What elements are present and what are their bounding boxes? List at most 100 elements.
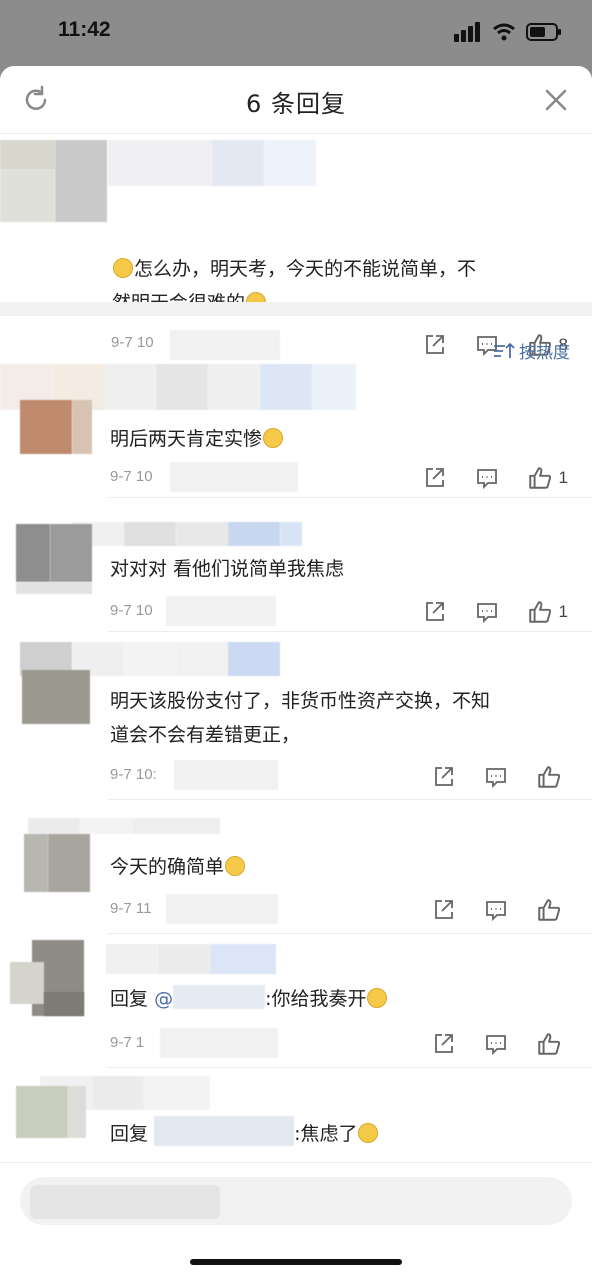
- like-button[interactable]: [536, 764, 568, 790]
- sort-icon: [494, 342, 515, 358]
- laugh-cry-emoji: [367, 988, 388, 1008]
- reply-item: 回复 @:你给我奏开 9-7 1: [0, 934, 592, 1068]
- thumbs-up-icon: [528, 601, 551, 623]
- avatar[interactable]: [16, 1086, 86, 1138]
- wifi-icon: [493, 23, 515, 41]
- reply-time: 9-7 10: [110, 602, 153, 619]
- comment-icon: [486, 901, 506, 922]
- location-blurred: [170, 330, 280, 360]
- share-button[interactable]: [432, 765, 456, 789]
- reply-button[interactable]: [475, 466, 499, 490]
- reply-text: 对对对 看他们说简单我焦虑: [110, 558, 345, 580]
- avatar[interactable]: [10, 940, 84, 1016]
- share-button[interactable]: [432, 898, 456, 922]
- reply-item: 明天该股份支付了，非货币性资产交换，不知 道会不会有差错更正， 9-7 10:: [0, 632, 592, 800]
- sort-label: 按热度: [519, 343, 570, 363]
- share-icon: [425, 602, 444, 621]
- close-icon[interactable]: [540, 84, 572, 116]
- avatar[interactable]: [0, 140, 108, 222]
- reply-time: 9-7 10:: [110, 766, 157, 783]
- reply-item: 回复 :焦虑了: [0, 1068, 592, 1164]
- laughing-emoji: [225, 856, 246, 876]
- comment-icon: [476, 603, 497, 624]
- reply-actions: 1: [423, 599, 568, 625]
- mention-link[interactable]: @: [154, 988, 173, 1010]
- share-icon: [435, 767, 453, 786]
- reply-time: 9-7 1: [110, 1034, 145, 1051]
- avatar[interactable]: [24, 834, 90, 892]
- thumbs-up-icon: [528, 467, 551, 489]
- battery-icon: [526, 23, 561, 41]
- laugh-cry-emoji: [113, 258, 133, 278]
- share-button[interactable]: [423, 466, 447, 490]
- share-button[interactable]: [423, 333, 447, 357]
- replies-sheet: 6 条回复 怎么办，明天考，今天的不能说简单，不 然明天会很难的 9-7 10: [0, 66, 592, 1280]
- root-comment: 怎么办，明天考，今天的不能说简单，不 然明天会很难的 9-7 10 8: [0, 134, 592, 366]
- crying-emoji: [263, 428, 284, 448]
- reply-time: 9-7 10: [110, 468, 153, 485]
- reply-text: 明天该股份支付了，非货币性资产交换，不知 道会不会有差错更正，: [110, 690, 491, 746]
- home-indicator: [190, 1259, 402, 1265]
- thumbs-up-icon: [538, 1033, 561, 1055]
- reply-actions: [432, 764, 568, 790]
- reply-input[interactable]: [20, 1177, 572, 1225]
- signal-icon: [454, 22, 480, 42]
- avatar[interactable]: [22, 670, 90, 724]
- reply-text: 回复 @:你给我奏开: [110, 982, 388, 1016]
- like-count: 1: [558, 468, 568, 487]
- username-blurred[interactable]: [28, 818, 220, 834]
- reply-item: 今天的确简单 9-7 11: [0, 800, 592, 934]
- like-button[interactable]: 1: [527, 465, 568, 491]
- reply-actions: 1: [423, 465, 568, 491]
- comment-icon: [486, 1035, 506, 1056]
- location-blurred: [160, 1028, 278, 1058]
- comment-icon: [486, 768, 506, 789]
- status-time: 11:42: [58, 18, 111, 41]
- sort-by-hot-button[interactable]: 按热度: [493, 338, 570, 363]
- avatar[interactable]: [16, 524, 92, 594]
- like-button[interactable]: 1: [527, 599, 568, 625]
- location-blurred: [166, 596, 276, 626]
- username-blurred[interactable]: [106, 944, 276, 974]
- section-separator: [0, 302, 592, 316]
- share-icon: [435, 1034, 453, 1053]
- share-button[interactable]: [432, 1032, 456, 1056]
- like-button[interactable]: [536, 897, 568, 923]
- reply-time: 9-7 11: [110, 900, 152, 917]
- reply-actions: [432, 897, 568, 923]
- reply-text: 回复 :焦虑了: [110, 1116, 379, 1151]
- sob-emoji: [358, 1123, 379, 1143]
- sheet-header: 6 条回复: [0, 66, 592, 134]
- mention-blurred[interactable]: [173, 985, 266, 1009]
- thumbs-up-icon: [538, 899, 561, 921]
- share-icon: [425, 335, 444, 354]
- thumbs-up-icon: [538, 766, 561, 788]
- location-blurred: [166, 894, 278, 924]
- like-button[interactable]: [536, 1031, 568, 1057]
- like-count: 1: [558, 602, 568, 621]
- reply-actions: [432, 1031, 568, 1057]
- location-blurred: [170, 462, 298, 492]
- reply-item: 对对对 看他们说简单我焦虑 9-7 10 1: [0, 498, 592, 632]
- reply-text: 今天的确简单: [110, 850, 246, 884]
- reply-button[interactable]: [475, 600, 499, 624]
- reply-item: 明后两天肯定实惨 9-7 10 1: [0, 364, 592, 498]
- comment-icon: [476, 469, 497, 490]
- reply-button[interactable]: [484, 765, 508, 789]
- reply-text: 明后两天肯定实惨: [110, 422, 284, 456]
- sheet-title: 6 条回复: [246, 90, 346, 118]
- share-icon: [425, 468, 444, 487]
- username-blurred[interactable]: [108, 140, 318, 186]
- reply-button[interactable]: [484, 898, 508, 922]
- avatar[interactable]: [20, 400, 92, 454]
- share-button[interactable]: [423, 600, 447, 624]
- share-icon: [435, 900, 453, 919]
- reply-button[interactable]: [484, 1032, 508, 1056]
- username-blurred[interactable]: [72, 522, 302, 546]
- status-bar: 11:42: [0, 0, 592, 66]
- comment-time: 9-7 10: [111, 334, 154, 351]
- status-icons: [454, 22, 562, 42]
- location-blurred: [174, 760, 278, 790]
- reply-input-bar: [0, 1162, 592, 1280]
- mention-blurred[interactable]: [154, 1116, 295, 1146]
